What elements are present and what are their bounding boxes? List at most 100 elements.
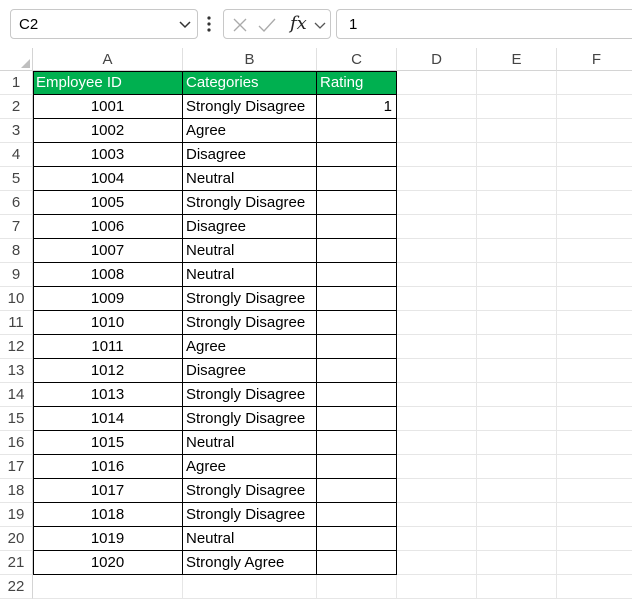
cell-d5[interactable] [397, 167, 477, 191]
cell-f15[interactable] [557, 407, 632, 431]
cell-c11[interactable] [317, 311, 397, 335]
row-header-10[interactable]: 10 [0, 287, 33, 311]
cell-f17[interactable] [557, 455, 632, 479]
cell-c18[interactable] [317, 479, 397, 503]
cell-d19[interactable] [397, 503, 477, 527]
cell-b12[interactable]: Agree [183, 335, 317, 359]
cancel-icon[interactable] [231, 16, 249, 34]
cell-a7[interactable]: 1006 [33, 215, 183, 239]
cell-b13[interactable]: Disagree [183, 359, 317, 383]
formula-input[interactable]: 1 [336, 9, 632, 39]
cell-e17[interactable] [477, 455, 557, 479]
cell-c6[interactable] [317, 191, 397, 215]
cell-a8[interactable]: 1007 [33, 239, 183, 263]
cell-d13[interactable] [397, 359, 477, 383]
cell-a3[interactable]: 1002 [33, 119, 183, 143]
cell-b8[interactable]: Neutral [183, 239, 317, 263]
cell-e15[interactable] [477, 407, 557, 431]
cell-c22[interactable] [317, 575, 397, 599]
cell-b3[interactable]: Agree [183, 119, 317, 143]
cell-b20[interactable]: Neutral [183, 527, 317, 551]
cell-b6[interactable]: Strongly Disagree [183, 191, 317, 215]
cell-a2[interactable]: 1001 [33, 95, 183, 119]
cell-c19[interactable] [317, 503, 397, 527]
row-header-4[interactable]: 4 [0, 143, 33, 167]
cell-d4[interactable] [397, 143, 477, 167]
cell-d9[interactable] [397, 263, 477, 287]
cell-e10[interactable] [477, 287, 557, 311]
cell-c7[interactable] [317, 215, 397, 239]
row-header-16[interactable]: 16 [0, 431, 33, 455]
cell-d15[interactable] [397, 407, 477, 431]
cell-c3[interactable] [317, 119, 397, 143]
cell-f3[interactable] [557, 119, 632, 143]
cell-e12[interactable] [477, 335, 557, 359]
cell-c5[interactable] [317, 167, 397, 191]
cell-f5[interactable] [557, 167, 632, 191]
cell-d10[interactable] [397, 287, 477, 311]
cell-f14[interactable] [557, 383, 632, 407]
cell-f1[interactable] [557, 71, 632, 95]
row-header-6[interactable]: 6 [0, 191, 33, 215]
cell-c2[interactable]: 1 [317, 95, 397, 119]
cell-c1[interactable]: Rating [317, 71, 397, 95]
cell-a12[interactable]: 1011 [33, 335, 183, 359]
cell-b10[interactable]: Strongly Disagree [183, 287, 317, 311]
cell-d16[interactable] [397, 431, 477, 455]
cell-c17[interactable] [317, 455, 397, 479]
cell-d11[interactable] [397, 311, 477, 335]
cell-e11[interactable] [477, 311, 557, 335]
row-header-12[interactable]: 12 [0, 335, 33, 359]
select-all-corner[interactable] [0, 48, 33, 71]
cell-c8[interactable] [317, 239, 397, 263]
cell-e9[interactable] [477, 263, 557, 287]
cell-f13[interactable] [557, 359, 632, 383]
row-header-15[interactable]: 15 [0, 407, 33, 431]
cell-a19[interactable]: 1018 [33, 503, 183, 527]
row-header-1[interactable]: 1 [0, 71, 33, 95]
cell-a10[interactable]: 1009 [33, 287, 183, 311]
cell-c9[interactable] [317, 263, 397, 287]
cell-b21[interactable]: Strongly Agree [183, 551, 317, 575]
row-header-13[interactable]: 13 [0, 359, 33, 383]
cell-f18[interactable] [557, 479, 632, 503]
enter-check-icon[interactable] [257, 16, 277, 34]
cell-f8[interactable] [557, 239, 632, 263]
cell-f19[interactable] [557, 503, 632, 527]
cell-f7[interactable] [557, 215, 632, 239]
cell-b22[interactable] [183, 575, 317, 599]
cell-e14[interactable] [477, 383, 557, 407]
cell-a18[interactable]: 1017 [33, 479, 183, 503]
cell-d14[interactable] [397, 383, 477, 407]
chevron-down-icon[interactable] [177, 16, 193, 32]
cell-a13[interactable]: 1012 [33, 359, 183, 383]
cell-c15[interactable] [317, 407, 397, 431]
cell-a15[interactable]: 1014 [33, 407, 183, 431]
cell-e2[interactable] [477, 95, 557, 119]
cell-d1[interactable] [397, 71, 477, 95]
cell-a9[interactable]: 1008 [33, 263, 183, 287]
row-header-8[interactable]: 8 [0, 239, 33, 263]
cell-b17[interactable]: Agree [183, 455, 317, 479]
row-header-14[interactable]: 14 [0, 383, 33, 407]
row-header-5[interactable]: 5 [0, 167, 33, 191]
cell-e7[interactable] [477, 215, 557, 239]
cell-c13[interactable] [317, 359, 397, 383]
cell-b16[interactable]: Neutral [183, 431, 317, 455]
cell-f20[interactable] [557, 527, 632, 551]
row-header-3[interactable]: 3 [0, 119, 33, 143]
cell-f6[interactable] [557, 191, 632, 215]
cell-f22[interactable] [557, 575, 632, 599]
cell-a22[interactable] [33, 575, 183, 599]
cell-b5[interactable]: Neutral [183, 167, 317, 191]
cell-a17[interactable]: 1016 [33, 455, 183, 479]
name-box[interactable]: C2 [10, 9, 198, 39]
cell-f11[interactable] [557, 311, 632, 335]
cell-e1[interactable] [477, 71, 557, 95]
cell-e8[interactable] [477, 239, 557, 263]
row-header-9[interactable]: 9 [0, 263, 33, 287]
cell-b4[interactable]: Disagree [183, 143, 317, 167]
row-header-11[interactable]: 11 [0, 311, 33, 335]
cell-e13[interactable] [477, 359, 557, 383]
cell-d6[interactable] [397, 191, 477, 215]
